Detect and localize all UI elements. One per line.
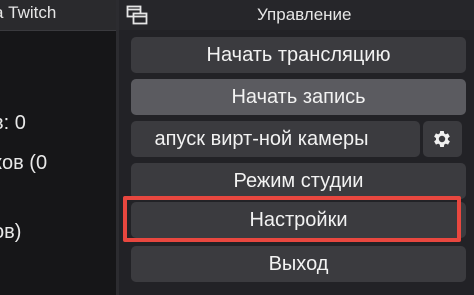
- controls-dock: Управление Начать трансляцию Начать запи…: [119, 0, 474, 295]
- start-recording-button[interactable]: Начать запись: [131, 79, 466, 115]
- exit-button[interactable]: Выход: [131, 246, 466, 282]
- left-panel-title: а Twitch: [0, 3, 57, 22]
- stat-line-3: ов): [0, 221, 22, 243]
- controls-dock-title: Управление: [257, 5, 352, 24]
- stat-line-1: в: 0: [0, 112, 26, 134]
- gear-icon: [434, 131, 450, 147]
- virtual-camera-settings-button[interactable]: [423, 121, 462, 157]
- dock-float-icon[interactable]: [126, 5, 148, 25]
- studio-mode-button[interactable]: Режим студии: [131, 163, 466, 199]
- settings-button[interactable]: Настройки: [131, 202, 466, 238]
- left-panel: а Twitch в: 0 ков (0 ов): [0, 0, 116, 295]
- left-panel-header: а Twitch: [0, 0, 116, 31]
- controls-dock-header: Управление: [119, 0, 474, 30]
- obs-window: а Twitch в: 0 ков (0 ов) Управление Нача…: [0, 0, 474, 295]
- start-stream-button[interactable]: Начать трансляцию: [131, 37, 466, 73]
- virtual-camera-button[interactable]: апуск вирт-ной камеры: [131, 121, 420, 157]
- stat-line-2: ков (0: [0, 152, 48, 174]
